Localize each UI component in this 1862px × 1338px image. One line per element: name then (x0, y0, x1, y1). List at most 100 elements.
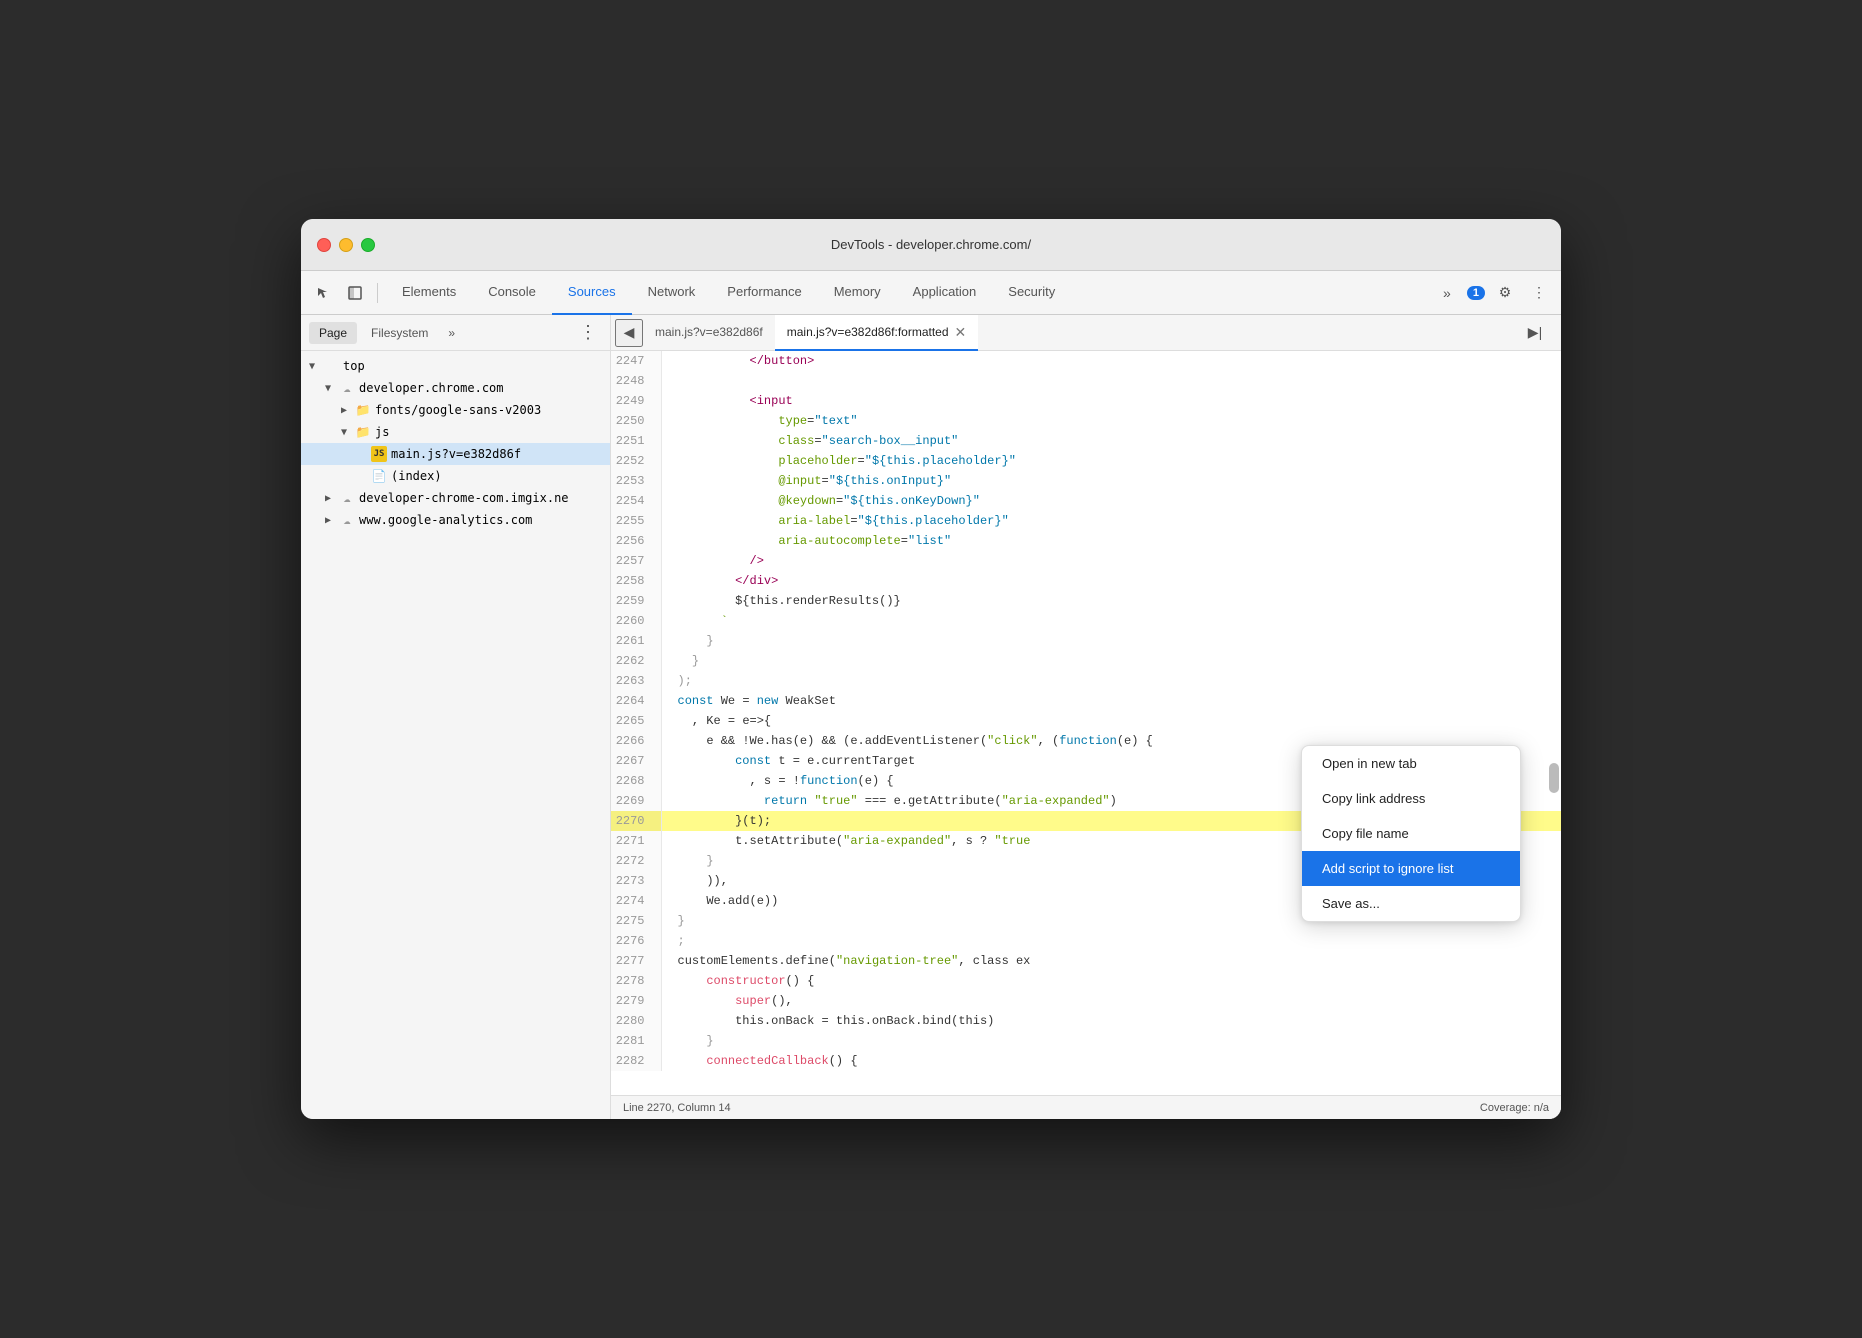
tree-arrow-fonts: ▶ (341, 405, 355, 416)
editor-tab-close[interactable]: ✕ (955, 325, 967, 339)
status-bar: Line 2270, Column 14 Coverage: n/a (611, 1095, 1561, 1119)
line-content: } (661, 651, 1561, 671)
context-menu-item-open-new-tab[interactable]: Open in new tab (1302, 746, 1520, 781)
editor-tab-main-formatted[interactable]: main.js?v=e382d86f:formatted ✕ (775, 315, 979, 351)
status-coverage: Coverage: n/a (1480, 1102, 1549, 1114)
line-number: 2254 (611, 491, 661, 511)
cursor-tool-button[interactable] (309, 279, 337, 307)
code-line-2256: 2256 aria-autocomplete="list" (611, 531, 1561, 551)
editor-panel-toggle[interactable]: ▶| (1513, 319, 1557, 347)
sidebar-tabs-more[interactable]: » (442, 322, 461, 344)
tree-label-top: top (343, 359, 365, 373)
code-line-2279: 2279 super(), (611, 991, 1561, 1011)
code-line-2260: 2260 ` (611, 611, 1561, 631)
code-line-2251: 2251 class="search-box__input" (611, 431, 1561, 451)
tree-item-index[interactable]: 📄 (index) (301, 465, 610, 487)
line-number: 2260 (611, 611, 661, 631)
file-tree: ▼ top ▼ ☁ developer.chrome.com ▶ 📁 fonts… (301, 351, 610, 1119)
tree-item-imgix[interactable]: ▶ ☁ developer-chrome-com.imgix.ne (301, 487, 610, 509)
editor-area: ◀ main.js?v=e382d86f main.js?v=e382d86f:… (611, 315, 1561, 1119)
tree-label-index: (index) (391, 469, 442, 483)
tab-security[interactable]: Security (992, 271, 1071, 315)
scrollbar-thumb[interactable] (1549, 763, 1559, 793)
code-line-2248: 2248 (611, 371, 1561, 391)
code-line-2250: 2250 type="text" (611, 411, 1561, 431)
line-number: 2249 (611, 391, 661, 411)
tree-item-top[interactable]: ▼ top (301, 355, 610, 377)
context-menu-item-copy-link[interactable]: Copy link address (1302, 781, 1520, 816)
context-menu: Open in new tab Copy link address Copy f… (1301, 745, 1521, 922)
line-content: </button> (661, 351, 1561, 371)
notification-badge: 1 (1467, 286, 1485, 300)
scrollbar-track[interactable] (1547, 387, 1561, 1071)
tree-item-mainjs[interactable]: JS main.js?v=e382d86f (301, 443, 610, 465)
dock-button[interactable] (341, 279, 369, 307)
more-tabs-button[interactable]: » (1433, 279, 1461, 307)
line-number: 2263 (611, 671, 661, 691)
editor-tab-label-unformatted: main.js?v=e382d86f (655, 325, 763, 339)
tree-arrow-imgix: ▶ (325, 493, 339, 504)
tree-label-fonts: fonts/google-sans-v2003 (375, 403, 541, 417)
tab-memory[interactable]: Memory (818, 271, 897, 315)
tree-item-fonts[interactable]: ▶ 📁 fonts/google-sans-v2003 (301, 399, 610, 421)
sidebar-actions-button[interactable]: ⋮ (574, 319, 602, 347)
line-number: 2274 (611, 891, 661, 911)
code-line-2263: 2263 ); (611, 671, 1561, 691)
line-number: 2275 (611, 911, 661, 931)
line-content: customElements.define("navigation-tree",… (661, 951, 1561, 971)
code-line-2253: 2253 @input="${this.onInput}" (611, 471, 1561, 491)
line-number: 2255 (611, 511, 661, 531)
minimize-button[interactable] (339, 238, 353, 252)
tab-application[interactable]: Application (897, 271, 993, 315)
tree-label-mainjs: main.js?v=e382d86f (391, 447, 521, 461)
tree-label-analytics: www.google-analytics.com (359, 513, 532, 527)
code-line-2247: 2247 </button> (611, 351, 1561, 371)
tab-console[interactable]: Console (472, 271, 552, 315)
line-number: 2251 (611, 431, 661, 451)
editor-back-button[interactable]: ◀ (615, 319, 643, 347)
toolbar-separator (377, 283, 378, 303)
close-button[interactable] (317, 238, 331, 252)
line-number: 2282 (611, 1051, 661, 1071)
context-menu-item-save-as[interactable]: Save as... (1302, 886, 1520, 921)
code-editor[interactable]: 2247 </button> 2248 2249 <input (611, 351, 1561, 1095)
line-content: super(), (661, 991, 1561, 1011)
context-menu-item-copy-filename[interactable]: Copy file name (1302, 816, 1520, 851)
tab-sources[interactable]: Sources (552, 271, 632, 315)
settings-button[interactable]: ⚙ (1491, 279, 1519, 307)
line-number: 2279 (611, 991, 661, 1011)
line-number: 2262 (611, 651, 661, 671)
sidebar-tab-page[interactable]: Page (309, 322, 357, 344)
line-content: ` (661, 611, 1561, 631)
main-toolbar: Elements Console Sources Network Perform… (301, 271, 1561, 315)
line-content: , Ke = e=>{ (661, 711, 1561, 731)
code-line-2249: 2249 <input (611, 391, 1561, 411)
editor-tab-main-unformatted[interactable]: main.js?v=e382d86f (643, 315, 775, 351)
context-menu-item-add-ignore[interactable]: Add script to ignore list (1302, 851, 1520, 886)
line-content (661, 371, 1561, 391)
customize-button[interactable]: ⋮ (1525, 279, 1553, 307)
line-number: 2277 (611, 951, 661, 971)
panel-toggle-button[interactable]: ▶| (1521, 319, 1549, 347)
line-number: 2258 (611, 571, 661, 591)
line-content: connectedCallback() { (661, 1051, 1561, 1071)
tree-item-analytics[interactable]: ▶ ☁ www.google-analytics.com (301, 509, 610, 531)
tab-performance[interactable]: Performance (711, 271, 817, 315)
tree-item-js[interactable]: ▼ 📁 js (301, 421, 610, 443)
maximize-button[interactable] (361, 238, 375, 252)
line-number: 2267 (611, 751, 661, 771)
line-number: 2248 (611, 371, 661, 391)
code-line-2265: 2265 , Ke = e=>{ (611, 711, 1561, 731)
tree-item-chrome[interactable]: ▼ ☁ developer.chrome.com (301, 377, 610, 399)
line-number: 2280 (611, 1011, 661, 1031)
sidebar-tab-filesystem[interactable]: Filesystem (361, 322, 438, 344)
tab-network[interactable]: Network (632, 271, 712, 315)
cloud-icon-imgix: ☁ (339, 490, 355, 506)
line-number: 2276 (611, 931, 661, 951)
line-content: const We = new WeakSet (661, 691, 1561, 711)
folder-icon-js: 📁 (355, 424, 371, 440)
code-line-2281: 2281 } (611, 1031, 1561, 1051)
tree-arrow-js: ▼ (341, 427, 355, 438)
tab-elements[interactable]: Elements (386, 271, 472, 315)
code-line-2282: 2282 connectedCallback() { (611, 1051, 1561, 1071)
